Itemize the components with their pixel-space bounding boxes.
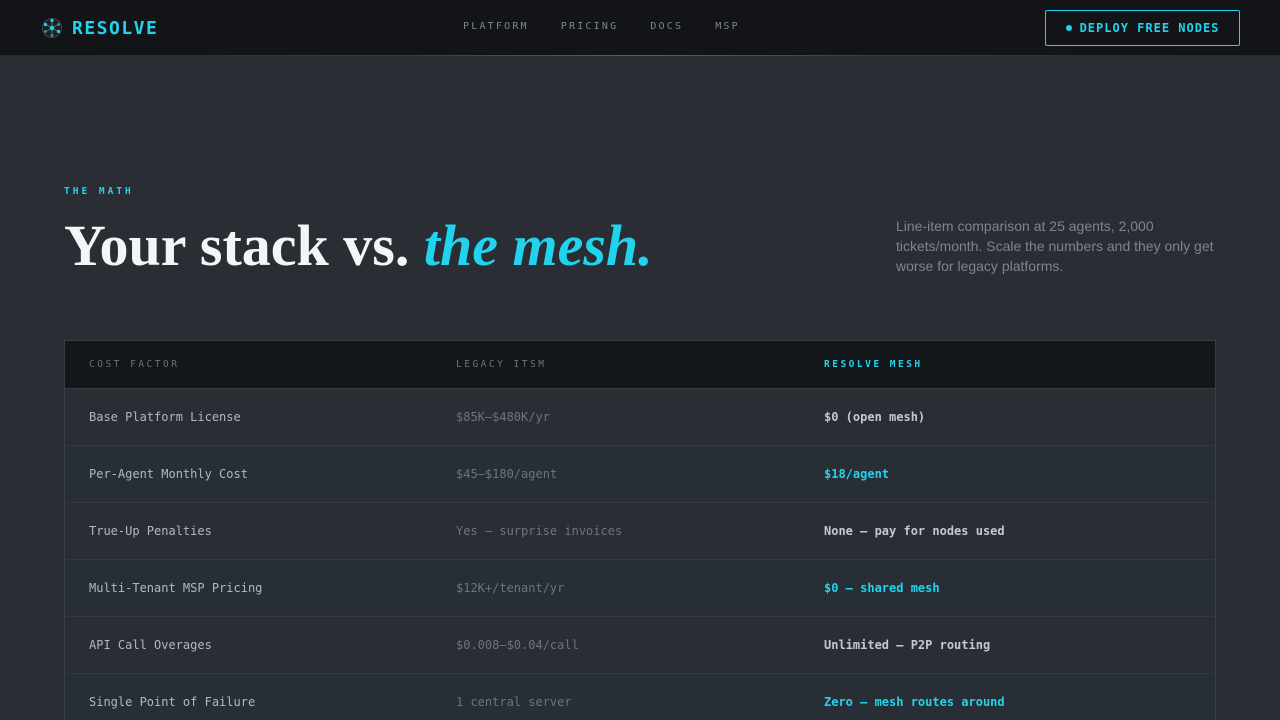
mesh-cost-cell: None — pay for nodes used [824,524,1005,538]
page-title: Your stack vs. the mesh. [64,211,653,281]
status-dot-icon [1065,25,1072,31]
column-header-resolve-mesh: RESOLVE MESH [824,359,923,370]
cost-factor-cell: Multi-Tenant MSP Pricing [89,581,263,595]
table-row: Per-Agent Monthly Cost $45–$180/agent $1… [65,446,1215,503]
cost-factor-cell: True-Up Penalties [89,524,212,538]
table-header: COST FACTOR LEGACY ITSM RESOLVE MESH [65,341,1215,389]
mesh-cost-cell: $0 — shared mesh [824,581,940,595]
cost-factor-cell: Per-Agent Monthly Cost [89,467,248,481]
cost-factor-cell: Base Platform License [89,410,241,424]
section-description: Line-item comparison at 25 agents, 2,000… [896,218,1214,274]
nav-link-msp[interactable]: MSP [715,20,740,34]
brand-name: RESOLVE [72,17,159,39]
table-row: Multi-Tenant MSP Pricing $12K+/tenant/yr… [65,560,1215,617]
mesh-cost-cell: $18/agent [824,467,890,481]
cta-label: DEPLOY FREE NODES [1079,21,1220,35]
legacy-cost-cell: $0.008–$0.04/call [456,638,579,652]
legacy-cost-cell: $45–$180/agent [456,467,558,481]
nav-divider [0,55,1280,56]
cost-comparison-table: COST FACTOR LEGACY ITSM RESOLVE MESH Bas… [64,340,1216,720]
table-row: True-Up Penalties Yes — surprise invoice… [65,503,1215,560]
mesh-node-logo-icon [42,18,62,38]
brand-logo[interactable]: RESOLVE [41,15,158,41]
top-nav: RESOLVE PLATFORM PRICING DOCS MSP DEPLOY… [0,0,1280,56]
section-eyebrow: THE MATH [64,186,134,197]
nav-link-platform[interactable]: PLATFORM [463,20,529,34]
cost-factor-cell: API Call Overages [89,638,212,652]
mesh-cost-cell: Zero — mesh routes around [824,695,1005,709]
nav-link-docs[interactable]: DOCS [650,20,683,34]
legacy-cost-cell: Yes — surprise invoices [456,524,623,538]
legacy-cost-cell: $85K–$480K/yr [456,410,550,424]
legacy-cost-cell: 1 central server [456,695,572,709]
nav-link-pricing[interactable]: PRICING [561,20,619,34]
legacy-cost-cell: $12K+/tenant/yr [456,581,565,595]
table-row: API Call Overages $0.008–$0.04/call Unli… [65,617,1215,674]
column-header-legacy-itsm: LEGACY ITSM [456,359,547,370]
cost-factor-cell: Single Point of Failure [89,695,256,709]
headline-accent: the mesh. [423,213,653,278]
mesh-cost-cell: $0 (open mesh) [824,410,926,424]
mesh-cost-cell: Unlimited — P2P routing [824,638,991,652]
deploy-free-nodes-button[interactable]: DEPLOY FREE NODES [1045,10,1240,46]
column-header-cost-factor: COST FACTOR [89,359,180,370]
table-row: Base Platform License $85K–$480K/yr $0 (… [65,389,1215,446]
headline-plain: Your stack vs. [64,213,424,278]
main-nav: PLATFORM PRICING DOCS MSP [463,20,772,34]
table-row: Single Point of Failure 1 central server… [65,674,1215,720]
